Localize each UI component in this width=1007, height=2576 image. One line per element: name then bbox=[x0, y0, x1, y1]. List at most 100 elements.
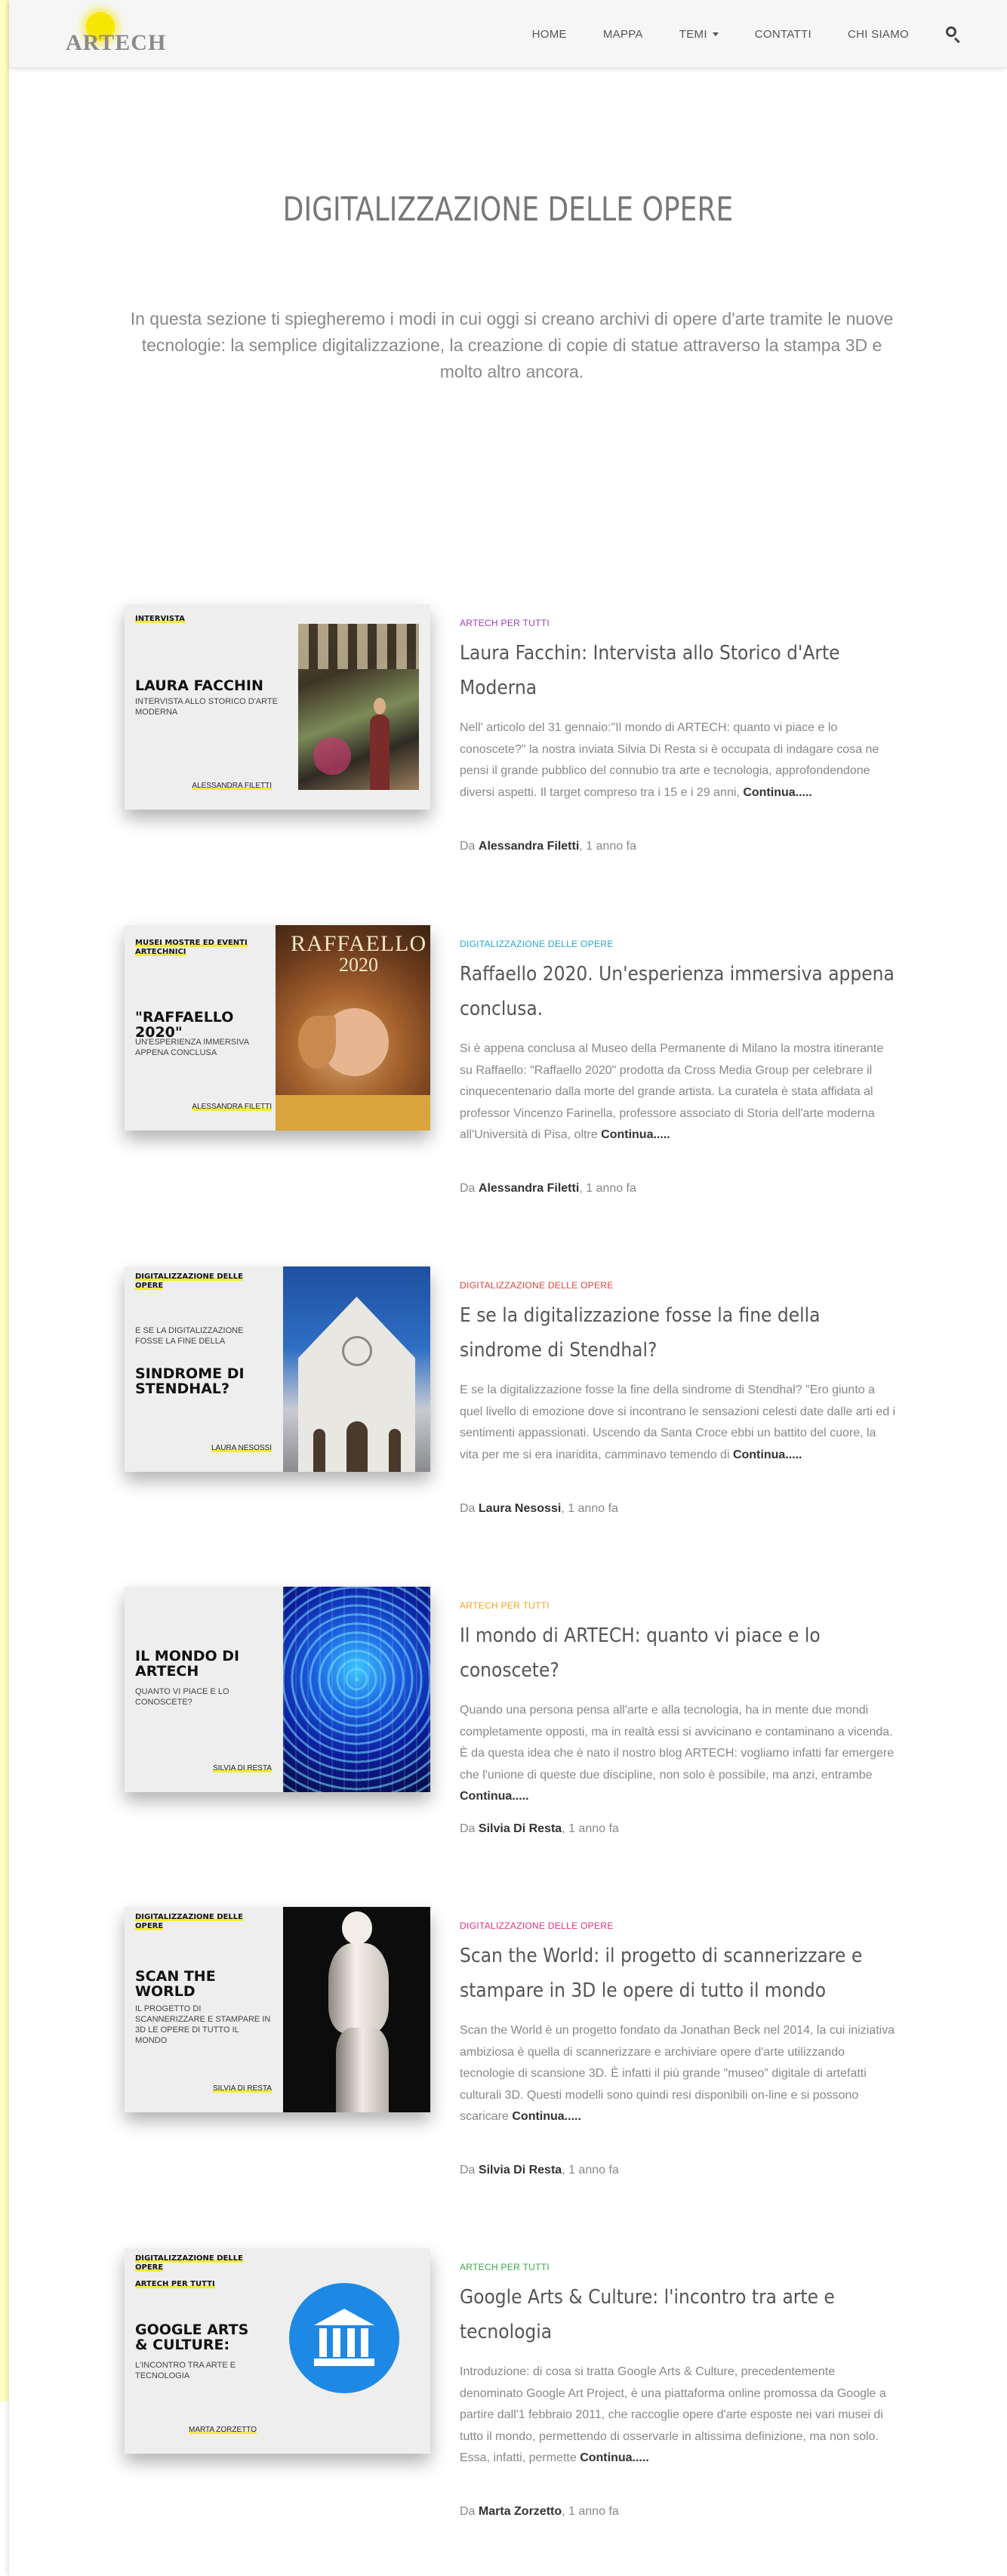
excerpt-text: E se la digitalizzazione fosse la fine d… bbox=[460, 1384, 896, 1461]
post-meta: Da Alessandra Filetti, 1 anno fa bbox=[460, 840, 636, 853]
nav-temi-label: TEMI bbox=[679, 27, 707, 41]
post-category[interactable]: DIGITALIZZAZIONE DELLE OPERE bbox=[460, 1920, 614, 1931]
thumb-subtitle: UN'ESPERIENZA IMMERSIVA APPENA CONCLUSA bbox=[135, 1038, 249, 1057]
excerpt-text: Scan the World è un progetto fondato da … bbox=[460, 2024, 895, 2123]
post-author-link[interactable]: Silvia Di Resta bbox=[479, 2164, 562, 2176]
post-title[interactable]: Il mondo di ARTECH: quanto vi piace e lo… bbox=[460, 1618, 901, 1688]
post-time: , 1 anno fa bbox=[561, 1502, 618, 1515]
post-author-link[interactable]: Marta Zorzetto bbox=[479, 2505, 562, 2518]
post-meta: Da Marta Zorzetto, 1 anno fa bbox=[460, 2505, 619, 2519]
post-card: INTERVISTA LAURA FACCHIN INTERVISTA ALLO… bbox=[125, 604, 902, 876]
post-thumbnail[interactable]: DIGITALIZZAZIONE DELLE OPERE ARTECH PER … bbox=[125, 2248, 430, 2454]
thumb-title: "RAFFAELLO 2020" bbox=[135, 1009, 234, 1041]
thumb-subtitle: QUANTO VI PIACE E LO CONOSCETE? bbox=[135, 1687, 229, 1707]
post-category[interactable]: ARTECH PER TUTTI bbox=[460, 2262, 550, 2272]
post-title[interactable]: Scan the World: il progetto di scanneriz… bbox=[460, 1939, 901, 2008]
post-author-link[interactable]: Silvia Di Resta bbox=[479, 1822, 562, 1835]
thumb-title: LAURA FACCHIN bbox=[135, 677, 263, 694]
excerpt-text: Si è appena conclusa al Museo della Perm… bbox=[460, 1042, 884, 1141]
post-card: MUSEI MOSTRE ED EVENTI ARTECHNICI "RAFFA… bbox=[125, 925, 902, 1197]
read-more-link[interactable]: Continua..... bbox=[460, 1790, 529, 1803]
read-more-link[interactable]: Continua..... bbox=[512, 2110, 581, 2123]
artech-logo[interactable]: ARTECH bbox=[58, 8, 165, 60]
post-thumbnail[interactable]: IL MONDO DI ARTECH QUANTO VI PIACE E LO … bbox=[125, 1587, 430, 1792]
read-more-link[interactable]: Continua..... bbox=[580, 2451, 649, 2464]
meta-by: Da bbox=[460, 1182, 476, 1195]
left-edge-strip bbox=[0, 0, 9, 2402]
thumb-author: SILVIA DI RESTA bbox=[213, 2084, 272, 2093]
post-time: , 1 anno fa bbox=[562, 2164, 619, 2176]
thumb-tag: DIGITALIZZAZIONE DELLE OPERE bbox=[135, 2254, 243, 2272]
meta-by: Da bbox=[460, 1502, 476, 1515]
post-category[interactable]: DIGITALIZZAZIONE DELLE OPERE bbox=[460, 939, 614, 949]
meta-by: Da bbox=[460, 1822, 476, 1835]
post-category[interactable]: ARTECH PER TUTTI bbox=[460, 618, 550, 628]
post-excerpt: Si è appena conclusa al Museo della Perm… bbox=[460, 1038, 898, 1146]
caret-down-icon bbox=[712, 32, 719, 36]
thumb-tag-secondary: ARTECH PER TUTTI bbox=[135, 2280, 215, 2288]
thumb-author: ALESSANDRA FILETTI bbox=[192, 782, 272, 790]
post-author-link[interactable]: Alessandra Filetti bbox=[479, 1182, 579, 1195]
search-icon[interactable] bbox=[945, 26, 962, 44]
page-title: DIGITALIZZAZIONE DELLE OPERE bbox=[282, 190, 734, 229]
post-thumbnail[interactable]: INTERVISTA LAURA FACCHIN INTERVISTA ALLO… bbox=[125, 604, 430, 810]
thumb-title: SINDROME DI STENDHAL? bbox=[135, 1365, 245, 1397]
post-excerpt: Scan the World è un progetto fondato da … bbox=[460, 2020, 898, 2128]
post-time: , 1 anno fa bbox=[579, 1182, 636, 1195]
post-title[interactable]: E se la digitalizzazione fosse la fine d… bbox=[460, 1298, 901, 1368]
cloister-photo bbox=[298, 624, 419, 790]
thumb-title: GOOGLE ARTS & CULTURE: bbox=[135, 2321, 249, 2353]
thumb-author: MARTA ZORZETTO bbox=[188, 2426, 257, 2434]
meta-by: Da bbox=[460, 2164, 476, 2176]
nav-menu: HOME MAPPA TEMI CONTATTI CHI SIAMO bbox=[496, 0, 962, 68]
post-card: DIGITALIZZAZIONE DELLE OPERE SCAN THE WO… bbox=[125, 1907, 902, 2179]
nav-chi-siamo[interactable]: CHI SIAMO bbox=[848, 28, 909, 41]
post-author-link[interactable]: Alessandra Filetti bbox=[479, 840, 579, 853]
post-time: , 1 anno fa bbox=[562, 1822, 619, 1835]
post-excerpt: Introduzione: di cosa si tratta Google A… bbox=[460, 2362, 898, 2470]
post-title[interactable]: Raffaello 2020. Un'esperienza immersiva … bbox=[460, 957, 901, 1026]
thumb-author: ALESSANDRA FILETTI bbox=[192, 1103, 272, 1111]
post-meta: Da Alessandra Filetti, 1 anno fa bbox=[460, 1182, 636, 1195]
post-category[interactable]: DIGITALIZZAZIONE DELLE OPERE bbox=[460, 1280, 614, 1291]
santa-croce-photo bbox=[283, 1266, 430, 1472]
read-more-link[interactable]: Continua..... bbox=[743, 786, 812, 799]
post-thumbnail[interactable]: DIGITALIZZAZIONE DELLE OPERE SCAN THE WO… bbox=[125, 1907, 430, 2112]
post-meta: Da Silvia Di Resta, 1 anno fa bbox=[460, 2164, 619, 2177]
read-more-link[interactable]: Continua..... bbox=[601, 1128, 670, 1141]
thumb-tag: INTERVISTA bbox=[135, 615, 185, 623]
nav-temi[interactable]: TEMI bbox=[679, 28, 719, 41]
thumb-title: IL MONDO DI ARTECH bbox=[135, 1648, 240, 1680]
thumb-subtitle: L'INCONTRO TRA ARTE E TECNOLOGIA bbox=[135, 2361, 236, 2380]
navbar: ARTECH HOME MAPPA TEMI CONTATTI CHI SIAM… bbox=[9, 0, 1007, 68]
google-arts-culture-icon bbox=[289, 2283, 399, 2393]
post-meta: Da Silvia Di Resta, 1 anno fa bbox=[460, 1822, 619, 1836]
nav-home[interactable]: HOME bbox=[532, 28, 567, 41]
thumb-subtitle: IL PROGETTO DI SCANNERIZZARE E STAMPARE … bbox=[135, 2004, 271, 2045]
post-thumbnail[interactable]: DIGITALIZZAZIONE DELLE OPERE E SE LA DIG… bbox=[125, 1266, 430, 1472]
read-more-link[interactable]: Continua..... bbox=[733, 1448, 802, 1461]
post-time: , 1 anno fa bbox=[579, 840, 636, 853]
nav-contatti[interactable]: CONTATTI bbox=[755, 28, 811, 41]
thumb-tag: MUSEI MOSTRE ED EVENTI ARTECHNICI bbox=[135, 939, 248, 956]
thumb-subtitle: INTERVISTA ALLO STORICO D'ARTE MODERNA bbox=[135, 697, 278, 717]
post-category[interactable]: ARTECH PER TUTTI bbox=[460, 1600, 550, 1611]
poster-title: RAFFAELLO bbox=[291, 931, 427, 956]
page-intro: In questa sezione ti spiegheremo i modi … bbox=[130, 309, 894, 381]
post-title[interactable]: Google Arts & Culture: l'incontro tra ar… bbox=[460, 2280, 901, 2349]
excerpt-text: Quando una persona pensa all'arte e alla… bbox=[460, 1704, 895, 1782]
thumb-subtitle: E SE LA DIGITALIZZAZIONE FOSSE LA FINE D… bbox=[135, 1326, 244, 1346]
thumb-author: LAURA NESOSSI bbox=[211, 1444, 272, 1452]
statue-photo bbox=[283, 1907, 430, 2112]
post-card: IL MONDO DI ARTECH QUANTO VI PIACE E LO … bbox=[125, 1587, 902, 1859]
thumb-tag: DIGITALIZZAZIONE DELLE OPERE bbox=[135, 1273, 243, 1290]
post-author-link[interactable]: Laura Nesossi bbox=[479, 1502, 561, 1515]
post-excerpt: E se la digitalizzazione fosse la fine d… bbox=[460, 1380, 898, 1466]
post-thumbnail[interactable]: MUSEI MOSTRE ED EVENTI ARTECHNICI "RAFFA… bbox=[125, 925, 430, 1131]
nav-mappa[interactable]: MAPPA bbox=[603, 28, 643, 41]
post-time: , 1 anno fa bbox=[562, 2505, 619, 2518]
excerpt-text: Introduzione: di cosa si tratta Google A… bbox=[460, 2365, 886, 2464]
excerpt-text: Nell' articolo del 31 gennaio:"Il mondo … bbox=[460, 721, 879, 799]
post-title[interactable]: Laura Facchin: Intervista allo Storico d… bbox=[460, 636, 901, 705]
thumb-tag: DIGITALIZZAZIONE DELLE OPERE bbox=[135, 1913, 243, 1930]
